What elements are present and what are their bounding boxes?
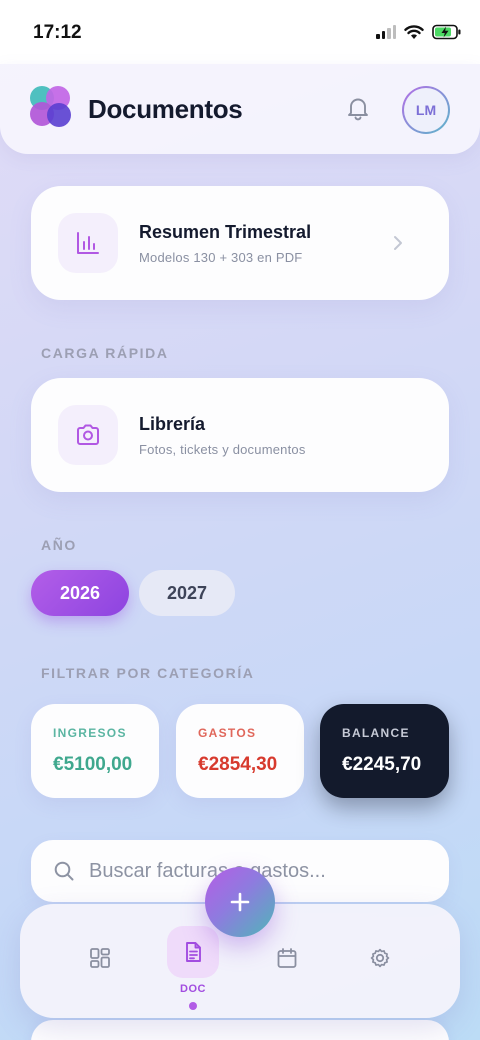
app-header: Documentos LM xyxy=(0,64,480,154)
income-label: INGRESOS xyxy=(53,726,127,740)
library-icon-box xyxy=(58,405,118,465)
income-value: €5100,00 xyxy=(53,754,133,775)
nav-settings[interactable] xyxy=(362,940,398,976)
search-icon xyxy=(54,861,74,881)
page-title: Documentos xyxy=(88,94,243,124)
chevron-right-icon xyxy=(394,236,402,250)
add-document-button[interactable] xyxy=(205,867,275,937)
nav-doc-label: DOC xyxy=(180,983,206,995)
document-icon xyxy=(186,942,201,962)
library-upload-card[interactable]: Librería Fotos, tickets y documentos xyxy=(31,378,449,492)
income-filter-card[interactable]: INGRESOS €5100,00 xyxy=(31,704,159,798)
expenses-filter-card[interactable]: GASTOS €2854,30 xyxy=(176,704,304,798)
notification-bell-icon[interactable] xyxy=(344,94,372,122)
app-logo xyxy=(30,86,71,127)
summary-icon-box xyxy=(58,213,118,273)
status-time: 17:12 xyxy=(33,22,82,43)
expenses-value: €2854,30 xyxy=(198,754,278,775)
year-2027-button[interactable]: 2027 xyxy=(139,570,235,616)
nav-calendar[interactable] xyxy=(269,940,305,976)
calendar-icon xyxy=(277,948,297,968)
summary-title: Resumen Trimestral xyxy=(139,222,312,242)
balance-value: €2245,70 xyxy=(342,754,422,775)
balance-label: BALANCE xyxy=(342,726,410,740)
cellular-signal-icon xyxy=(376,25,396,39)
expenses-label: GASTOS xyxy=(198,726,257,740)
nav-doc[interactable] xyxy=(167,926,219,978)
wifi-icon xyxy=(404,24,424,39)
bar-chart-icon xyxy=(77,232,99,254)
avatar-initials: LM xyxy=(404,88,448,132)
active-indicator-dot xyxy=(189,1002,197,1010)
list-card-peek xyxy=(31,1020,449,1040)
balance-filter-card[interactable]: BALANCE €2245,70 xyxy=(320,704,449,798)
year-section-label: AÑO xyxy=(41,537,77,553)
quick-upload-section-label: CARGA RÁPIDA xyxy=(41,345,169,361)
library-title: Librería xyxy=(139,414,206,434)
gear-icon xyxy=(370,948,390,968)
library-subtitle: Fotos, tickets y documentos xyxy=(139,442,306,457)
quarterly-summary-card[interactable]: Resumen Trimestral Modelos 130 + 303 en … xyxy=(31,186,449,300)
summary-subtitle: Modelos 130 + 303 en PDF xyxy=(139,250,303,265)
status-icons xyxy=(376,24,462,40)
plus-icon xyxy=(230,892,250,912)
search-placeholder: Buscar facturas o gastos... xyxy=(89,860,326,882)
camera-icon xyxy=(77,424,99,445)
status-bar: 17:12 xyxy=(0,0,480,64)
grid-icon xyxy=(90,948,110,968)
avatar[interactable]: LM xyxy=(402,86,450,134)
nav-dashboard[interactable] xyxy=(82,940,118,976)
year-2026-button[interactable]: 2026 xyxy=(31,570,129,616)
battery-charging-icon xyxy=(432,24,461,40)
filter-section-label: FILTRAR POR CATEGORÍA xyxy=(41,665,255,681)
